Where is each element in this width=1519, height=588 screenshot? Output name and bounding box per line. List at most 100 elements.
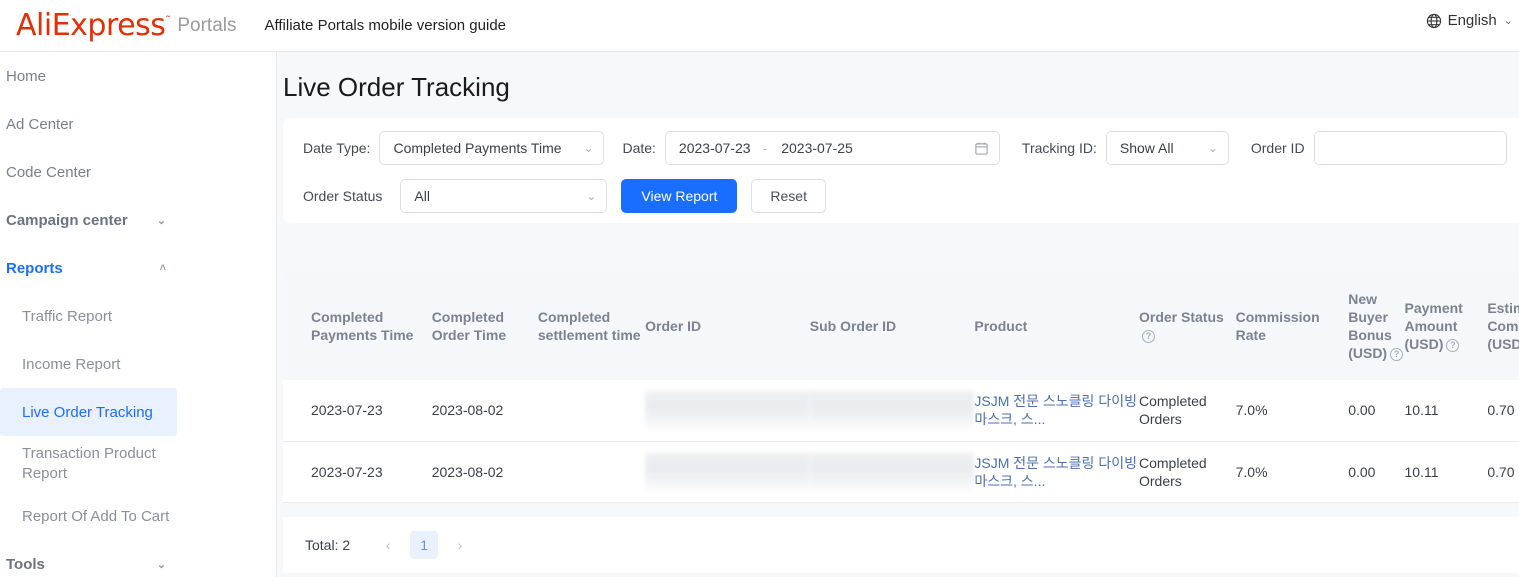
sidebar-item-label: Campaign center bbox=[6, 211, 128, 229]
completed-order-time-cell: 2023-08-02 bbox=[431, 380, 538, 442]
column-header: Order ID bbox=[645, 272, 810, 380]
language-selector[interactable]: English ⌄ bbox=[1426, 12, 1513, 29]
mobile-version-guide-link[interactable]: Affiliate Portals mobile version guide bbox=[264, 17, 506, 34]
chevron-down-icon: ⌄ bbox=[156, 558, 166, 571]
order-id-label: Order ID bbox=[1250, 140, 1305, 156]
top-header-bar: AliExpress˜ Portals Affiliate Portals mo… bbox=[0, 0, 1519, 52]
column-header-label: Order Status bbox=[1138, 309, 1224, 325]
sidebar-item-label: Traffic Report bbox=[22, 307, 113, 325]
new-buyer-bonus-cell: 0.00 bbox=[1348, 380, 1405, 442]
column-header: Commission Rate bbox=[1235, 272, 1349, 380]
date-type-select[interactable]: Completed Payments Time ⌄ bbox=[379, 131, 605, 165]
language-label: English bbox=[1447, 12, 1497, 29]
column-header: Estimated Commiss.. (USD) bbox=[1487, 272, 1519, 380]
prev-page-button[interactable]: ‹ bbox=[374, 531, 402, 559]
sidebar-item-label: Transaction Product Report bbox=[22, 445, 156, 482]
portals-label: Portals bbox=[177, 14, 237, 36]
order-id-cell-redacted bbox=[645, 380, 810, 442]
redaction-blur bbox=[809, 449, 975, 494]
orders-table-body: 2023-07-23 2023-08-02 JSJM 전문 스노클링 다이빙 마스크… bbox=[283, 380, 1519, 503]
order-id-input[interactable] bbox=[1313, 131, 1507, 165]
sidebar-item-tools[interactable]: Tools ⌄ bbox=[0, 540, 276, 588]
view-report-button[interactable]: View Report bbox=[621, 179, 738, 213]
column-header: Payment Amount (USD)? bbox=[1404, 272, 1488, 380]
filter-row-primary: Date Type: Completed Payments Time ⌄ Dat… bbox=[303, 131, 1507, 165]
column-header: Completed Payments Time bbox=[283, 272, 432, 380]
tracking-id-select[interactable]: Show All ⌄ bbox=[1105, 131, 1229, 165]
sidebar-item-label: Ad Center bbox=[6, 115, 74, 133]
chevron-up-icon: ˄ bbox=[159, 262, 166, 274]
sidebar-item-label: Reports bbox=[6, 259, 63, 277]
sidebar-item-report-of-add-to-cart[interactable]: Report Of Add To Cart bbox=[0, 492, 276, 540]
commission-rate-cell: 7.0% bbox=[1235, 380, 1349, 442]
aliexpress-logo[interactable]: AliExpress˜ bbox=[16, 7, 171, 43]
chevron-down-icon: ⌄ bbox=[586, 189, 597, 203]
column-header: Order Status? bbox=[1138, 272, 1236, 380]
chevron-down-icon: ⌄ bbox=[583, 141, 594, 155]
sidebar-navigation: Home Ad Center Code Center Campaign cent… bbox=[0, 52, 277, 577]
sub-order-id-cell-redacted bbox=[809, 380, 975, 442]
page-title: Live Order Tracking bbox=[283, 72, 510, 102]
order-id-cell-redacted bbox=[645, 441, 810, 503]
date-type-label: Date Type: bbox=[303, 140, 371, 156]
column-header: New Buyer Bonus (USD)? bbox=[1348, 272, 1405, 380]
filter-row-secondary: Order Status All ⌄ View Report Reset bbox=[303, 179, 826, 213]
product-link[interactable]: JSJM 전문 스노클링 다이빙 마스크, 스... bbox=[974, 392, 1139, 428]
column-header-label: Completed settlement time bbox=[537, 309, 641, 343]
help-icon[interactable]: ? bbox=[1446, 339, 1460, 352]
sidebar-item-label: Tools bbox=[6, 555, 45, 573]
column-header-label: Completed Payments Time bbox=[311, 309, 414, 343]
column-header-label: Commission Rate bbox=[1235, 309, 1320, 343]
filter-panel: Date Type: Completed Payments Time ⌄ Dat… bbox=[283, 118, 1519, 223]
main-content: Live Order Tracking Date Type: Completed… bbox=[277, 52, 1519, 577]
date-start-value: 2023-07-23 bbox=[678, 140, 751, 156]
product-link[interactable]: JSJM 전문 스노클링 다이빙 마스크, 스... bbox=[974, 454, 1139, 490]
redaction-blur bbox=[809, 388, 975, 433]
order-status-select[interactable]: All ⌄ bbox=[400, 179, 608, 213]
sidebar-item-income-report[interactable]: Income Report bbox=[0, 340, 276, 388]
redaction-blur bbox=[645, 449, 810, 494]
orders-table-head: Completed Payments Time Completed Order T… bbox=[283, 272, 1519, 380]
help-icon[interactable]: ? bbox=[1390, 348, 1404, 361]
column-header-label: Order ID bbox=[645, 318, 702, 334]
sidebar-item-traffic-report[interactable]: Traffic Report bbox=[0, 292, 276, 340]
payment-amount-cell: 10.11 bbox=[1404, 441, 1488, 503]
date-label: Date: bbox=[622, 140, 656, 156]
completed-settlement-time-cell bbox=[537, 441, 646, 503]
chevron-down-icon: ⌄ bbox=[1503, 15, 1513, 27]
sidebar-item-transaction-product-report[interactable]: Transaction Product Report bbox=[0, 436, 276, 492]
order-status-label: Order Status bbox=[303, 188, 383, 204]
order-status-cell: Completed Orders bbox=[1138, 441, 1236, 503]
next-page-button[interactable]: › bbox=[446, 531, 474, 559]
estimated-commission-cell: 0.70 bbox=[1487, 380, 1519, 442]
column-header-label: New Buyer Bonus (USD) bbox=[1348, 291, 1392, 361]
sidebar-item-ad-center[interactable]: Ad Center bbox=[0, 100, 276, 148]
sidebar-item-label: Home bbox=[6, 67, 47, 85]
orders-table: Completed Payments Time Completed Order T… bbox=[283, 272, 1519, 503]
page-number-1[interactable]: 1 bbox=[410, 531, 439, 559]
sub-order-id-cell-redacted bbox=[809, 441, 975, 503]
date-end-value: 2023-07-25 bbox=[781, 140, 853, 156]
sidebar-item-code-center[interactable]: Code Center bbox=[0, 148, 276, 196]
commission-rate-cell: 7.0% bbox=[1235, 441, 1349, 503]
date-range-picker[interactable]: 2023-07-23 - 2023-07-25 bbox=[664, 131, 1000, 165]
sidebar-item-label: Income Report bbox=[22, 355, 121, 373]
chevron-down-icon: ⌄ bbox=[1207, 141, 1218, 155]
total-count-label: Total: 2 bbox=[305, 537, 351, 553]
column-header: Product bbox=[974, 272, 1139, 380]
help-icon[interactable]: ? bbox=[1141, 330, 1155, 343]
table-row: 2023-07-23 2023-08-02 JSJM 전문 스노클링 다이빙 마스크… bbox=[283, 380, 1519, 442]
logo-text: AliExpress bbox=[16, 7, 166, 43]
reset-button[interactable]: Reset bbox=[751, 179, 826, 213]
sidebar-item-reports[interactable]: Reports ˄ bbox=[0, 244, 276, 292]
sidebar-item-label: Live Order Tracking bbox=[22, 403, 153, 421]
sidebar-item-live-order-tracking[interactable]: Live Order Tracking bbox=[0, 388, 177, 436]
sidebar-item-home[interactable]: Home bbox=[0, 52, 276, 100]
table-row: 2023-07-23 2023-08-02 JSJM 전문 스노클링 다이빙 마스크… bbox=[283, 441, 1519, 503]
sidebar-item-campaign-center[interactable]: Campaign center ⌄ bbox=[0, 196, 276, 244]
sidebar-item-label: Code Center bbox=[6, 163, 92, 181]
pagination-bar: Total: 2 ‹ 1 › bbox=[283, 517, 1519, 573]
order-status-cell: Completed Orders bbox=[1138, 380, 1236, 442]
date-type-value: Completed Payments Time bbox=[393, 140, 562, 156]
calendar-icon bbox=[974, 141, 989, 156]
